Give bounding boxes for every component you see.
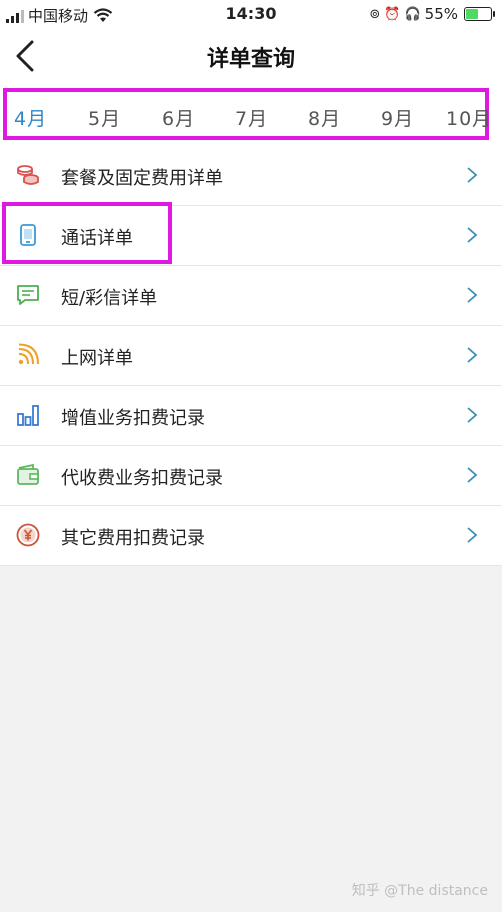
menu-item-other-charges[interactable]: 其它费用扣费记录 xyxy=(0,506,502,566)
coins-icon xyxy=(17,165,39,185)
chevron-right-icon xyxy=(467,167,478,183)
menu-item-label: 增值业务扣费记录 xyxy=(61,408,205,429)
tab-month-6[interactable]: 6月 xyxy=(162,104,195,131)
tab-month-7[interactable]: 7月 xyxy=(235,104,268,131)
watermark: 知乎 @The distance xyxy=(351,883,488,899)
status-right: ⊚ ⏰ 🎧 55% xyxy=(369,5,495,23)
bar-chart-icon xyxy=(17,405,39,426)
tab-month-10[interactable]: 10月 xyxy=(446,104,492,131)
menu-item-label: 其它费用扣费记录 xyxy=(61,528,205,549)
chevron-right-icon xyxy=(467,407,478,423)
tab-month-8[interactable]: 8月 xyxy=(308,104,341,131)
menu-item-collection-charges[interactable]: 代收费业务扣费记录 xyxy=(0,446,502,506)
yuan-coin-icon xyxy=(16,523,40,547)
detail-menu: 套餐及固定费用详单 通话详单 短/彩信详单 上网详单 增值业务扣费记录 代收费业… xyxy=(0,146,502,566)
battery-fill xyxy=(466,9,479,19)
status-bar: 中国移动 14:30 ⊚ ⏰ 🎧 55% xyxy=(0,0,502,28)
menu-item-label: 通话详单 xyxy=(61,228,133,249)
chevron-right-icon xyxy=(467,467,478,483)
battery-icon xyxy=(464,7,495,21)
menu-item-call-details[interactable]: 通话详单 xyxy=(0,202,502,266)
menu-item-package-fees[interactable]: 套餐及固定费用详单 xyxy=(0,146,502,206)
menu-item-value-added-charges[interactable]: 增值业务扣费记录 xyxy=(0,386,502,446)
month-tabs: 4月 5月 6月 7月 8月 9月 10月 xyxy=(0,86,502,146)
wallet-icon xyxy=(17,463,39,485)
chevron-right-icon xyxy=(467,527,478,543)
nav-bar: 详单查询 xyxy=(0,28,502,86)
battery-percent: 55% xyxy=(424,5,458,23)
chevron-right-icon xyxy=(467,287,478,303)
menu-item-label: 短/彩信详单 xyxy=(61,288,158,309)
menu-item-label: 套餐及固定费用详单 xyxy=(61,168,223,189)
menu-item-sms-details[interactable]: 短/彩信详单 xyxy=(0,266,502,326)
headphones-icon: 🎧 xyxy=(404,6,421,22)
tab-month-5[interactable]: 5月 xyxy=(88,104,121,131)
menu-item-label: 代收费业务扣费记录 xyxy=(61,468,223,489)
menu-item-label: 上网详单 xyxy=(61,348,133,369)
chevron-right-icon xyxy=(467,347,478,363)
message-icon xyxy=(17,285,39,305)
tab-month-4[interactable]: 4月 xyxy=(14,104,47,131)
alarm-icon: ⏰ xyxy=(384,6,401,22)
page-title: 详单查询 xyxy=(206,47,295,72)
rotation-lock-icon: ⊚ xyxy=(369,6,381,22)
wifi-signal-icon xyxy=(18,343,39,365)
tab-month-9[interactable]: 9月 xyxy=(381,104,414,131)
chevron-right-icon xyxy=(467,227,478,243)
menu-item-data-details[interactable]: 上网详单 xyxy=(0,326,502,386)
phone-icon xyxy=(20,224,36,246)
